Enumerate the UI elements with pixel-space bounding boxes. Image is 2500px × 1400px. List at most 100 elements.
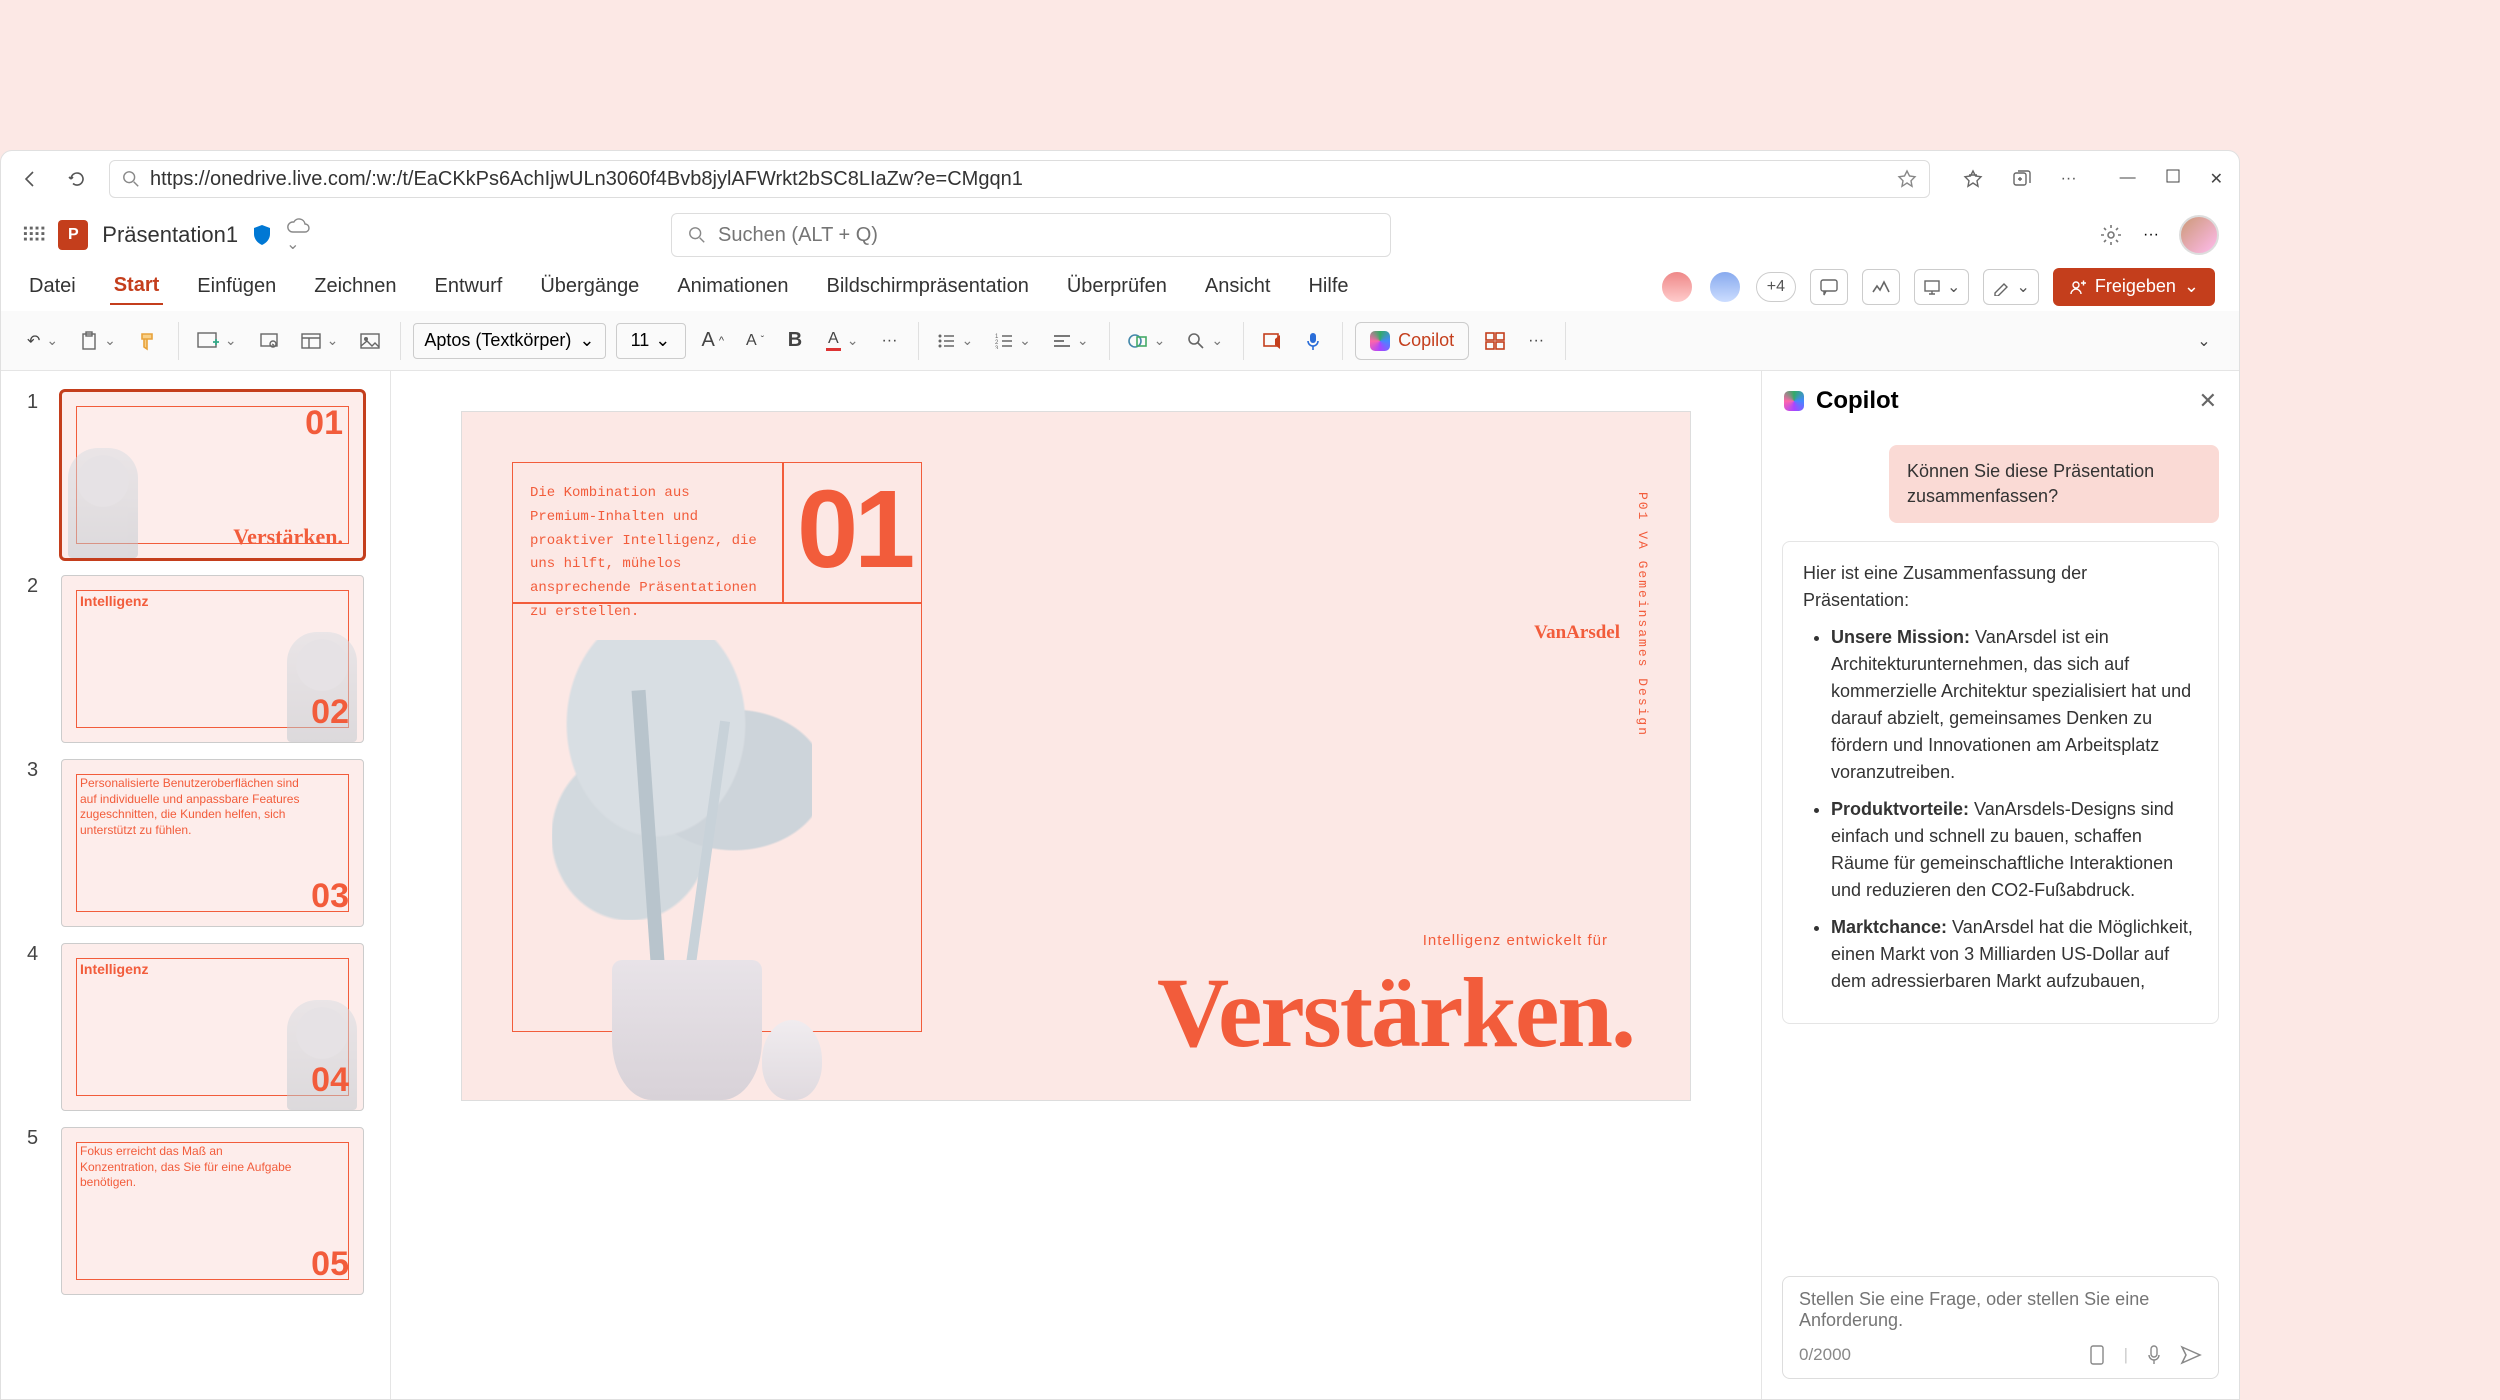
slide-side-text[interactable]: P01 VA Gemeinsames Design [1635, 492, 1650, 737]
more-options-icon[interactable]: ··· [2143, 226, 2159, 244]
profile-avatar[interactable] [2179, 215, 2219, 255]
format-painter-button[interactable] [132, 323, 164, 359]
copilot-icon [1370, 331, 1390, 351]
tab-bildschirmpraesentation[interactable]: Bildschirmpräsentation [823, 269, 1033, 304]
copilot-conversation[interactable]: Können Sie diese Präsentation zusammenfa… [1762, 431, 2239, 1262]
tab-einfuegen[interactable]: Einfügen [193, 269, 280, 304]
url-input[interactable] [150, 168, 1887, 191]
find-button[interactable] [1181, 323, 1229, 359]
send-icon[interactable] [2180, 1345, 2202, 1365]
copilot-header: Copilot ✕ [1762, 371, 2239, 431]
minimize-button[interactable]: — [2120, 169, 2136, 189]
copilot-textarea[interactable] [1799, 1289, 2202, 1339]
sync-status-icon[interactable]: ⌄ [286, 216, 310, 254]
slide-thumb-2[interactable]: Intelligenz 02 [61, 575, 364, 743]
designer-button[interactable] [1256, 323, 1288, 359]
sensitivity-icon[interactable] [252, 224, 272, 246]
increase-font-button[interactable]: A^ [696, 323, 731, 359]
reuse-slides-button[interactable] [253, 323, 285, 359]
copilot-pane: Copilot ✕ Können Sie diese Präsentation … [1761, 371, 2239, 1399]
font-size-label: 11 [631, 330, 650, 351]
shapes-button[interactable] [1122, 323, 1172, 359]
slide-vase-image[interactable] [762, 1020, 822, 1100]
tab-ansicht[interactable]: Ansicht [1201, 269, 1275, 304]
slide-thumbnail-rail[interactable]: 1 01 Verstärken. 2 Intelligenz 02 3 Pers… [1, 371, 391, 1399]
tab-hilfe[interactable]: Hilfe [1304, 269, 1352, 304]
favorites-icon[interactable] [1960, 166, 1986, 192]
numbering-button[interactable]: 123 [989, 323, 1037, 359]
presence-avatar-1[interactable] [1660, 270, 1694, 304]
image-button[interactable] [354, 323, 386, 359]
bullets-button[interactable] [931, 323, 979, 359]
collections-icon[interactable] [2008, 166, 2034, 192]
tab-ueberpruefen[interactable]: Überprüfen [1063, 269, 1171, 304]
tab-uebergaenge[interactable]: Übergänge [536, 269, 643, 304]
slide-description[interactable]: Die Kombination aus Premium-Inhalten und… [530, 482, 760, 625]
grid-view-button[interactable] [1479, 323, 1511, 359]
presence-more[interactable]: +4 [1756, 272, 1796, 302]
dictate-button[interactable] [1298, 323, 1328, 359]
slide-editor[interactable]: Die Kombination aus Premium-Inhalten und… [461, 411, 1691, 1101]
app-launcher-icon[interactable]: ⠿⠿ [21, 223, 44, 248]
more-ribbon-button[interactable]: ··· [1521, 323, 1551, 359]
thumb-number: 5 [27, 1127, 47, 1295]
tab-entwurf[interactable]: Entwurf [431, 269, 507, 304]
search-input[interactable] [718, 224, 1374, 247]
mic-icon[interactable] [2146, 1344, 2162, 1366]
copilot-input-box[interactable]: 0/2000 | [1782, 1276, 2219, 1379]
slide-thumb-5[interactable]: Fokus erreicht das Maß an Konzentration,… [61, 1127, 364, 1295]
paste-button[interactable] [74, 323, 122, 359]
font-color-button[interactable]: A [820, 323, 864, 359]
window-controls: — ✕ [2120, 169, 2223, 189]
tab-datei[interactable]: Datei [25, 269, 80, 304]
undo-button[interactable]: ↶ [21, 323, 64, 359]
slide-tagline[interactable]: Intelligenz entwickelt für [1423, 932, 1608, 949]
back-button[interactable] [17, 165, 45, 193]
address-bar[interactable] [109, 160, 1930, 198]
slide-thumb-3[interactable]: Personalisierte Benutzerober­flächen sin… [61, 759, 364, 927]
browser-actions: ··· [1960, 166, 2082, 192]
comments-button[interactable] [1810, 269, 1848, 305]
align-button[interactable] [1047, 323, 1095, 359]
slide-canvas[interactable]: Die Kombination aus Premium-Inhalten und… [391, 371, 1761, 1399]
more-icon[interactable]: ··· [2056, 166, 2082, 192]
attach-icon[interactable] [2088, 1344, 2106, 1366]
bold-button[interactable]: B [780, 323, 810, 359]
close-button[interactable]: ✕ [2210, 169, 2223, 189]
document-title[interactable]: Präsentation1 [102, 222, 238, 248]
slide-thumb-4[interactable]: Intelligenz 04 [61, 943, 364, 1111]
ribbon-toolbar: ↶ Aptos (Textkörper)⌄ 11⌄ A^ Aˇ B A ··· … [1, 311, 2239, 371]
search-box[interactable] [671, 213, 1391, 257]
editing-mode-button[interactable]: ⌄ [1983, 269, 2038, 305]
thumb-number: 2 [27, 575, 47, 743]
font-size-select[interactable]: 11⌄ [616, 323, 686, 359]
catchup-button[interactable] [1862, 269, 1900, 305]
slide-number[interactable]: 01 [797, 466, 911, 593]
share-button[interactable]: Freigeben⌄ [2053, 268, 2215, 306]
new-slide-button[interactable] [191, 323, 243, 359]
refresh-button[interactable] [63, 165, 91, 193]
copilot-ribbon-button[interactable]: Copilot [1355, 322, 1469, 360]
tab-zeichnen[interactable]: Zeichnen [310, 269, 400, 304]
decrease-font-button[interactable]: Aˇ [740, 323, 770, 359]
layout-button[interactable] [295, 323, 345, 359]
collapse-ribbon-button[interactable]: ⌄ [2189, 323, 2219, 359]
settings-icon[interactable] [2099, 223, 2123, 247]
tab-start[interactable]: Start [110, 268, 164, 305]
font-family-select[interactable]: Aptos (Textkörper)⌄ [413, 323, 605, 359]
thumb-number: 4 [27, 943, 47, 1111]
maximize-button[interactable] [2166, 169, 2180, 189]
more-font-button[interactable]: ··· [874, 323, 904, 359]
slide-brand[interactable]: VanArsdel [792, 622, 1620, 644]
browser-toolbar: ··· — ✕ [1, 151, 2239, 207]
favorite-icon[interactable] [1897, 169, 1917, 189]
copilot-close-button[interactable]: ✕ [2199, 388, 2217, 414]
tab-animationen[interactable]: Animationen [673, 269, 792, 304]
search-icon [688, 226, 706, 244]
presence-avatar-2[interactable] [1708, 270, 1742, 304]
copilot-icon [1784, 391, 1804, 411]
user-message: Können Sie diese Präsentation zusammenfa… [1889, 445, 2219, 523]
slide-thumb-1[interactable]: 01 Verstärken. [61, 391, 364, 559]
present-button[interactable]: ⌄ [1914, 269, 1969, 305]
slide-headline[interactable]: Verstärken. [1157, 955, 1634, 1070]
